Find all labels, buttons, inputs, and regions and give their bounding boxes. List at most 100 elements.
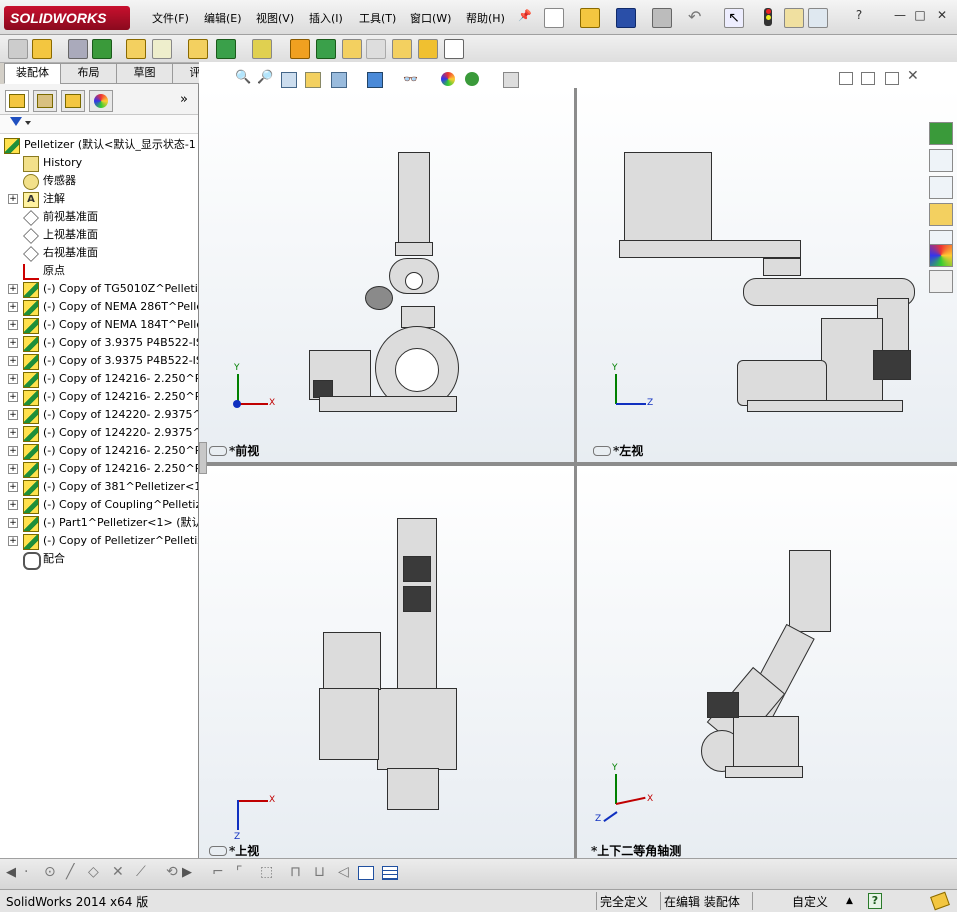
maximize-icon[interactable]: □ — [913, 8, 927, 22]
quick-tips-help-icon[interactable]: ? — [868, 893, 882, 909]
expand-toggle-icon[interactable]: + — [8, 320, 18, 330]
smart-dimension-icon[interactable]: ⌐ — [212, 864, 224, 880]
menu-edit[interactable]: 编辑(E) — [204, 10, 242, 26]
tree-item[interactable]: History — [0, 154, 198, 172]
hole-alignment-icon[interactable] — [418, 39, 438, 59]
solidworks-resources-icon[interactable] — [929, 122, 953, 145]
tree-item[interactable]: + (-) Copy of 124216- 2.250^Pelle — [0, 370, 198, 388]
corner-rectangle-icon[interactable]: ⌜ — [236, 864, 243, 880]
tree-item[interactable]: 原点 — [0, 262, 198, 280]
collapse-panel-handle[interactable] — [199, 442, 207, 474]
circle-icon[interactable]: ⊙ — [44, 864, 56, 880]
new-motion-study-icon[interactable] — [252, 39, 272, 59]
expand-toggle-icon[interactable]: + — [8, 500, 18, 510]
minimize-icon[interactable]: — — [893, 8, 907, 22]
viewport-restore-icon[interactable] — [885, 72, 899, 85]
expand-toggle-icon[interactable]: + — [8, 410, 18, 420]
edit-appearance-icon[interactable] — [441, 72, 455, 86]
options-icon[interactable] — [808, 8, 828, 28]
viewport-link-toggle-icon[interactable] — [209, 446, 227, 456]
tree-item[interactable]: 上视基准面 — [0, 226, 198, 244]
tree-item[interactable]: + (-) Copy of 124220- 2.9375^Pe — [0, 424, 198, 442]
file-explorer-icon[interactable] — [929, 203, 953, 226]
new-document-icon[interactable] — [544, 8, 564, 28]
polygon-icon[interactable]: ◇ — [88, 864, 99, 880]
clearance-verification-icon[interactable] — [392, 39, 412, 59]
rebuild-traffic-light-icon[interactable] — [764, 8, 772, 26]
expand-toggle-icon[interactable]: + — [8, 284, 18, 294]
previous-view-icon[interactable] — [281, 72, 297, 88]
ordinate-dimension-icon[interactable]: ◁ — [338, 864, 349, 880]
save-icon[interactable] — [616, 8, 636, 28]
expand-toggle-icon[interactable]: + — [8, 356, 18, 366]
expand-toggle-icon[interactable]: + — [8, 482, 18, 492]
solidworks-logo[interactable]: SOLIDWORKS — [4, 6, 130, 30]
tree-item[interactable]: + (-) Copy of NEMA 184T^Pelletiz — [0, 316, 198, 334]
expand-panel-icon[interactable]: » — [180, 92, 188, 107]
scroll-right-arrow-icon[interactable]: ▶ — [182, 865, 192, 880]
tree-item[interactable]: + (-) Copy of 381^Pelletizer<1> ( — [0, 478, 198, 496]
viewport-link2-icon[interactable] — [861, 72, 875, 85]
tree-item[interactable]: + (-) Copy of 3.9375 P4B522-ISA — [0, 352, 198, 370]
linear-pattern-icon[interactable] — [68, 39, 88, 59]
exploded-view-icon[interactable] — [316, 39, 336, 59]
viewport-link-toggle-icon[interactable] — [209, 846, 227, 856]
tree-item[interactable]: + (-) Part1^Pelletizer<1> (默认< — [0, 514, 198, 532]
tree-item[interactable]: + (-) Copy of 124220- 2.9375^Pe — [0, 406, 198, 424]
expand-toggle-icon[interactable]: + — [8, 302, 18, 312]
table-icon[interactable] — [358, 866, 374, 880]
tree-item[interactable]: + (-) Copy of 124216- 2.250^Pelle — [0, 442, 198, 460]
tag-icon[interactable] — [930, 891, 950, 911]
horizontal-splitter[interactable] — [199, 462, 957, 466]
view-settings-icon[interactable] — [503, 72, 519, 88]
tree-item[interactable]: + (-) Copy of 3.9375 P4B522-ISA — [0, 334, 198, 352]
graphics-area[interactable]: 🔍 🔎 👓 ✕ Y X *前视 Y Z *左视 X Z *上视 Y X Z *上… — [199, 62, 957, 858]
expand-toggle-icon[interactable]: + — [8, 338, 18, 348]
bill-of-materials-icon[interactable] — [290, 39, 310, 59]
menu-file[interactable]: 文件(F) — [152, 10, 189, 26]
zoom-to-fit-icon[interactable]: 🔍 — [235, 70, 251, 85]
menu-tools[interactable]: 工具(T) — [359, 10, 396, 26]
menu-view[interactable]: 视图(V) — [256, 10, 294, 26]
tree-item[interactable]: + (-) Copy of Coupling^Pelletizer< — [0, 496, 198, 514]
undo-icon[interactable]: ↶ — [688, 8, 706, 26]
menu-help[interactable]: 帮助(H) — [466, 10, 505, 26]
vertical-dimension-icon[interactable]: ⊔ — [314, 864, 325, 880]
tree-item[interactable]: + (-) Copy of Pelletizer^Pelletizer_ — [0, 532, 198, 550]
file-properties-icon[interactable] — [784, 8, 804, 28]
feature-manager-tab-icon[interactable] — [5, 90, 29, 112]
configuration-manager-tab-icon[interactable] — [61, 90, 85, 112]
filter-dropdown-icon[interactable] — [25, 121, 31, 125]
reference-geometry-icon[interactable] — [216, 39, 236, 59]
mirror-icon[interactable]: ⟲ — [166, 864, 178, 880]
pin-icon[interactable]: 📌 — [518, 9, 532, 23]
tree-item[interactable]: + (-) Copy of NEMA 286T^Pelletiz — [0, 298, 198, 316]
expand-toggle-icon[interactable]: + — [8, 374, 18, 384]
viewport-left[interactable]: Y Z *左视 — [577, 88, 957, 462]
tab-assembly[interactable]: 装配体 — [4, 63, 61, 84]
viewport-front[interactable]: Y X *前视 — [199, 88, 574, 462]
appearances-icon[interactable] — [929, 244, 953, 267]
expand-toggle-icon[interactable]: + — [8, 518, 18, 528]
close-icon[interactable]: ✕ — [935, 8, 949, 22]
grid-table-icon[interactable] — [382, 866, 398, 880]
centerpoint-rectangle-icon[interactable]: ⬚ — [260, 864, 273, 880]
tree-root[interactable]: Pelletizer (默认<默认_显示状态-1 — [0, 136, 198, 154]
viewport-link-toggle-icon[interactable] — [593, 446, 611, 456]
filter-icon[interactable] — [10, 117, 22, 126]
tree-item[interactable]: 前视基准面 — [0, 208, 198, 226]
apply-scene-icon[interactable] — [465, 72, 479, 86]
line-icon[interactable]: ╱ — [66, 864, 74, 880]
open-folder-icon[interactable] — [580, 8, 600, 28]
trim-icon[interactable]: ✕ — [112, 864, 124, 880]
expand-toggle-icon[interactable]: + — [8, 536, 18, 546]
point-icon[interactable]: · — [24, 864, 28, 880]
expand-toggle-icon[interactable]: + — [8, 464, 18, 474]
menu-insert[interactable]: 插入(I) — [309, 10, 343, 26]
viewport-link-icon[interactable] — [839, 72, 853, 85]
scroll-left-arrow-icon[interactable]: ◀ — [6, 865, 16, 880]
tab-layout[interactable]: 布局 — [60, 63, 117, 84]
expand-toggle-icon[interactable]: + — [8, 392, 18, 402]
viewport-isometric[interactable]: Y X Z *上下二等角轴测 — [577, 466, 957, 858]
home-icon[interactable] — [929, 149, 953, 172]
